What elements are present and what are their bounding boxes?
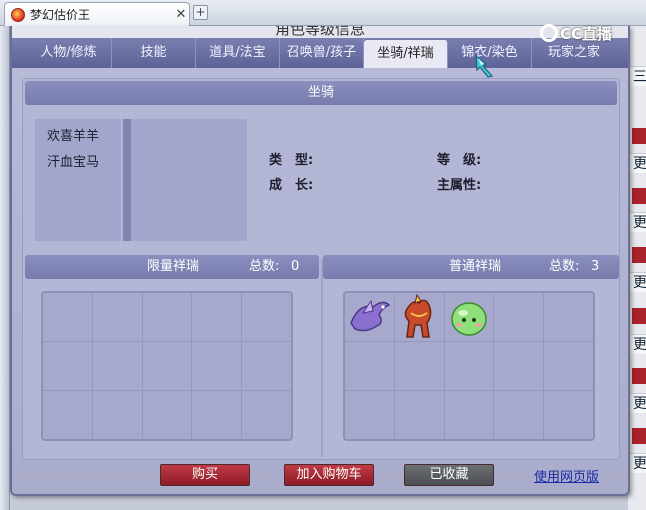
mount-level-label: 等 级: xyxy=(437,153,482,168)
character-info-dialog: 角色等级信息 人物/修炼 技能 道具/法宝 召唤兽/孩子 坐骑/祥瑞 锦衣/染色… xyxy=(10,26,630,496)
cc-logo-text: CC直播 xyxy=(560,24,613,43)
grid-slot-red-mount[interactable] xyxy=(394,293,444,341)
tab-skills[interactable]: 技能 xyxy=(112,38,196,68)
background-link: 三 xyxy=(630,66,646,86)
grid-slot-green-mount[interactable] xyxy=(444,293,494,341)
grid-slot[interactable] xyxy=(43,391,92,439)
left-page-edge xyxy=(0,26,10,510)
dialog-title-bar: 角色等级信息 xyxy=(12,26,628,38)
background-red-tab xyxy=(632,368,646,384)
mount-section-header: 坐骑 xyxy=(25,81,617,105)
grid-slot[interactable] xyxy=(142,342,192,390)
mount-main-attr-label: 主属性: xyxy=(437,178,482,193)
web-version-link[interactable]: 使用网页版 xyxy=(534,466,599,485)
cc-logo-icon xyxy=(540,24,558,42)
game-cursor-icon xyxy=(475,54,494,78)
add-to-cart-button[interactable]: 加入购物车 xyxy=(284,464,374,486)
background-red-tab xyxy=(632,247,646,263)
grid-slot[interactable] xyxy=(92,391,142,439)
grid-slot[interactable] xyxy=(494,391,544,439)
normal-section-header: 普通祥瑞 总数: 3 xyxy=(323,255,619,279)
background-red-tab xyxy=(632,128,646,144)
normal-item-grid xyxy=(343,291,595,441)
section-divider xyxy=(321,259,323,457)
grid-slot[interactable] xyxy=(192,391,242,439)
limited-section-header: 限量祥瑞 总数: 0 xyxy=(25,255,319,279)
mount-list-item[interactable]: 欢喜羊羊 xyxy=(35,125,121,149)
grid-slot[interactable] xyxy=(494,293,544,341)
grid-slot[interactable] xyxy=(92,342,142,390)
cc-live-logo: CC直播 xyxy=(540,21,612,45)
limited-count-label: 总数: xyxy=(249,259,280,274)
grid-slot[interactable] xyxy=(92,293,142,341)
grid-slot[interactable] xyxy=(345,391,394,439)
mount-list: 欢喜羊羊 汗血宝马 xyxy=(35,119,131,241)
grid-slot[interactable] xyxy=(242,293,291,341)
grid-slot[interactable] xyxy=(444,391,494,439)
collected-button[interactable]: 已收藏 xyxy=(404,464,494,486)
background-link: 更 xyxy=(630,212,646,232)
purple-dragon-icon xyxy=(350,299,391,332)
background-link: 更 xyxy=(630,272,646,292)
grid-slot[interactable] xyxy=(142,293,192,341)
mount-list-scrollbar[interactable] xyxy=(123,119,131,241)
browser-tab-title: 梦幻估价王 xyxy=(30,8,91,22)
limited-count-value: 0 xyxy=(291,259,300,274)
buy-button[interactable]: 购买 xyxy=(160,464,250,486)
tab-character[interactable]: 人物/修炼 xyxy=(26,38,112,68)
red-horse-icon xyxy=(404,293,432,338)
background-link: 更 xyxy=(630,334,646,354)
grid-slot-purple-mount[interactable] xyxy=(345,293,394,341)
app-favicon-icon xyxy=(11,7,25,22)
grid-slot[interactable] xyxy=(394,391,444,439)
background-link: 更 xyxy=(630,453,646,473)
mount-list-item[interactable]: 汗血宝马 xyxy=(35,151,121,175)
limited-section-title: 限量祥瑞 xyxy=(147,259,200,274)
green-slime-icon xyxy=(450,302,487,336)
grid-slot[interactable] xyxy=(192,293,242,341)
mount-section-title: 坐骑 xyxy=(307,85,334,100)
background-link: 更 xyxy=(630,393,646,413)
tab-items[interactable]: 道具/法宝 xyxy=(196,38,280,68)
mount-preview xyxy=(131,119,247,241)
grid-slot[interactable] xyxy=(345,342,394,390)
mount-growth-label: 成 长: xyxy=(269,178,314,193)
grid-slot[interactable] xyxy=(394,342,444,390)
background-red-tab xyxy=(632,428,646,444)
grid-slot[interactable] xyxy=(544,293,593,341)
tab-mounts[interactable]: 坐骑/祥瑞 xyxy=(364,40,448,68)
mount-type-label: 类 型: xyxy=(269,153,314,168)
grid-slot[interactable] xyxy=(444,342,494,390)
new-tab-button[interactable]: + xyxy=(193,5,208,20)
limited-item-grid xyxy=(41,291,293,441)
browser-tab[interactable]: 梦幻估价王 ✕ xyxy=(4,2,190,26)
grid-slot[interactable] xyxy=(142,391,192,439)
grid-slot[interactable] xyxy=(544,342,593,390)
close-tab-icon[interactable]: ✕ xyxy=(173,7,189,22)
grid-slot[interactable] xyxy=(242,342,291,390)
background-red-tab xyxy=(632,308,646,324)
grid-slot[interactable] xyxy=(544,391,593,439)
grid-slot[interactable] xyxy=(242,391,291,439)
background-red-tab xyxy=(632,188,646,204)
grid-slot[interactable] xyxy=(43,342,92,390)
screen: 梦幻估价王 ✕ + 三 更 更 更 更 更 更 角色等级信息 人物/修炼 技能 … xyxy=(0,0,646,510)
normal-section-title: 普通祥瑞 xyxy=(449,259,502,274)
grid-slot[interactable] xyxy=(494,342,544,390)
normal-count-value: 3 xyxy=(591,259,600,274)
grid-slot[interactable] xyxy=(43,293,92,341)
grid-slot[interactable] xyxy=(192,342,242,390)
dialog-title: 角色等级信息 xyxy=(274,26,365,38)
content-panel: 坐骑 欢喜羊羊 汗血宝马 类 型: 等 级: 成 长: 主属性: 限量祥瑞 总数… xyxy=(22,78,620,460)
tab-pets[interactable]: 召唤兽/孩子 xyxy=(280,38,364,68)
category-tabs: 人物/修炼 技能 道具/法宝 召唤兽/孩子 坐骑/祥瑞 锦衣/染色 玩家之家 xyxy=(12,38,628,68)
normal-count-label: 总数: xyxy=(549,259,580,274)
background-link: 更 xyxy=(630,153,646,173)
